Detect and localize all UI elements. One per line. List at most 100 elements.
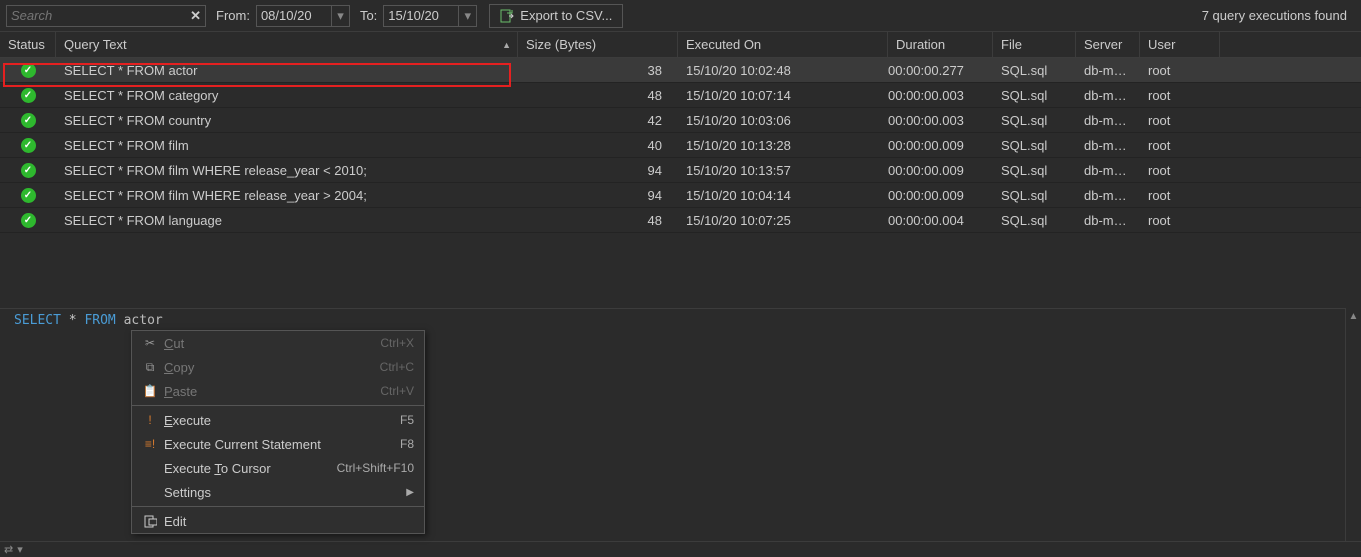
success-icon: ✓ <box>21 113 36 128</box>
cell-file: SQL.sql <box>993 113 1076 128</box>
cell-user: root <box>1140 113 1220 128</box>
table-row[interactable]: ✓ SELECT * FROM film WHERE release_year >… <box>0 183 1361 208</box>
to-date-input[interactable]: 15/10/20 <box>383 5 459 27</box>
cell-status: ✓ <box>0 163 56 178</box>
clear-search-icon[interactable]: ✕ <box>190 8 201 24</box>
cell-duration: 00:00:00.009 <box>888 138 993 153</box>
cell-executed: 15/10/20 10:07:25 <box>678 213 888 228</box>
success-icon: ✓ <box>21 88 36 103</box>
cell-file: SQL.sql <box>993 188 1076 203</box>
table-header: Status Query Text Size (Bytes) Executed … <box>0 32 1361 58</box>
search-input[interactable] <box>11 8 190 23</box>
export-csv-button[interactable]: Export to CSV... <box>489 4 623 28</box>
query-history-table: Status Query Text Size (Bytes) Executed … <box>0 32 1361 233</box>
from-date-dropdown[interactable]: ▾ <box>332 5 350 27</box>
cell-duration: 00:00:00.009 <box>888 163 993 178</box>
context-menu: ✂ Cut Ctrl+X ⧉ Copy Ctrl+C 📋 Paste Ctrl+… <box>131 330 425 534</box>
cell-executed: 15/10/20 10:02:48 <box>678 63 888 78</box>
col-header-status[interactable]: Status <box>0 32 56 57</box>
cell-query: SELECT * FROM film WHERE release_year > … <box>56 188 518 203</box>
statusbar-icon: ⇄ <box>4 543 13 556</box>
col-header-size[interactable]: Size (Bytes) <box>518 32 678 57</box>
cell-file: SQL.sql <box>993 88 1076 103</box>
cell-user: root <box>1140 63 1220 78</box>
col-header-server[interactable]: Server <box>1076 32 1140 57</box>
star-token: * <box>69 313 77 328</box>
cell-executed: 15/10/20 10:13:57 <box>678 163 888 178</box>
table-body: ✓SELECT * FROM actor3815/10/20 10:02:480… <box>0 58 1361 233</box>
cell-duration: 00:00:00.004 <box>888 213 993 228</box>
cell-executed: 15/10/20 10:07:14 <box>678 88 888 103</box>
statusbar-caret-icon: ▾ <box>17 543 23 556</box>
to-date-group: To: 15/10/20 ▾ <box>360 5 477 27</box>
editor-line: SELECT * FROM actor <box>0 309 1361 332</box>
search-input-wrapper: ✕ <box>6 5 206 27</box>
col-header-file[interactable]: File <box>993 32 1076 57</box>
export-label: Export to CSV... <box>520 8 612 23</box>
editor-vertical-scrollbar[interactable]: ▲ <box>1345 308 1361 541</box>
cell-user: root <box>1140 163 1220 178</box>
table-row[interactable]: ✓SELECT * FROM language4815/10/20 10:07:… <box>0 208 1361 233</box>
menu-paste[interactable]: 📋 Paste Ctrl+V <box>132 379 424 403</box>
cell-query: SELECT * FROM country <box>56 113 518 128</box>
chevron-down-icon: ▾ <box>337 8 344 24</box>
table-row[interactable]: ✓SELECT * FROM film WHERE release_year <… <box>0 158 1361 183</box>
cell-size: 94 <box>518 163 678 178</box>
menu-execute-current[interactable]: ≡! Execute Current Statement F8 <box>132 432 424 456</box>
menu-execute[interactable]: ! Execute F5 <box>132 408 424 432</box>
from-date-group: From: 08/10/20 ▾ <box>216 5 350 27</box>
success-icon: ✓ <box>21 138 36 153</box>
menu-execute-to-cursor[interactable]: Execute To Cursor Ctrl+Shift+F10 <box>132 456 424 480</box>
menu-separator <box>132 405 424 406</box>
cell-size: 38 <box>518 63 678 78</box>
cell-duration: 00:00:00.003 <box>888 113 993 128</box>
cell-server: db-mysql... <box>1076 188 1140 203</box>
cell-query: SELECT * FROM film WHERE release_year < … <box>56 163 518 178</box>
from-date-input[interactable]: 08/10/20 <box>256 5 332 27</box>
col-header-executed[interactable]: Executed On <box>678 32 888 57</box>
table-row[interactable]: ✓SELECT * FROM country4215/10/20 10:03:0… <box>0 108 1361 133</box>
table-row[interactable]: ✓SELECT * FROM category4815/10/20 10:07:… <box>0 83 1361 108</box>
edit-icon <box>140 515 160 528</box>
cell-user: root <box>1140 188 1220 203</box>
cell-status: ✓ <box>0 188 56 203</box>
copy-icon: ⧉ <box>140 360 160 375</box>
col-header-user[interactable]: User <box>1140 32 1220 57</box>
menu-settings[interactable]: Settings ▶ <box>132 480 424 504</box>
table-row[interactable]: ✓SELECT * FROM film4015/10/20 10:13:2800… <box>0 133 1361 158</box>
paste-icon: 📋 <box>140 384 160 398</box>
cell-query: SELECT * FROM film <box>56 138 518 153</box>
menu-edit[interactable]: Edit <box>132 509 424 533</box>
cell-query: SELECT * FROM language <box>56 213 518 228</box>
from-label: From: <box>216 8 250 23</box>
cell-user: root <box>1140 138 1220 153</box>
cell-executed: 15/10/20 10:04:14 <box>678 188 888 203</box>
scroll-up-icon[interactable]: ▲ <box>1346 308 1361 324</box>
cell-executed: 15/10/20 10:13:28 <box>678 138 888 153</box>
cell-file: SQL.sql <box>993 63 1076 78</box>
menu-copy[interactable]: ⧉ Copy Ctrl+C <box>132 355 424 379</box>
execution-count-label: 7 query executions found <box>1202 8 1355 23</box>
cell-server: db-mysql... <box>1076 213 1140 228</box>
to-date-dropdown[interactable]: ▾ <box>459 5 477 27</box>
chevron-down-icon: ▾ <box>465 8 472 24</box>
cell-server: db-mysql... <box>1076 63 1140 78</box>
cell-status: ✓ <box>0 213 56 228</box>
cut-icon: ✂ <box>140 336 160 350</box>
export-icon <box>500 9 514 23</box>
cell-size: 42 <box>518 113 678 128</box>
cell-file: SQL.sql <box>993 138 1076 153</box>
cell-user: root <box>1140 88 1220 103</box>
cell-server: db-mysql... <box>1076 163 1140 178</box>
cell-duration: 00:00:00.009 <box>888 188 993 203</box>
keyword-select: SELECT <box>14 313 61 328</box>
cell-server: db-mysql... <box>1076 88 1140 103</box>
col-header-duration[interactable]: Duration <box>888 32 993 57</box>
table-row[interactable]: ✓SELECT * FROM actor3815/10/20 10:02:480… <box>0 58 1361 83</box>
success-icon: ✓ <box>21 188 36 203</box>
cell-status: ✓ <box>0 138 56 153</box>
to-label: To: <box>360 8 377 23</box>
col-header-query[interactable]: Query Text <box>56 32 518 57</box>
keyword-from: FROM <box>84 313 115 328</box>
menu-cut[interactable]: ✂ Cut Ctrl+X <box>132 331 424 355</box>
